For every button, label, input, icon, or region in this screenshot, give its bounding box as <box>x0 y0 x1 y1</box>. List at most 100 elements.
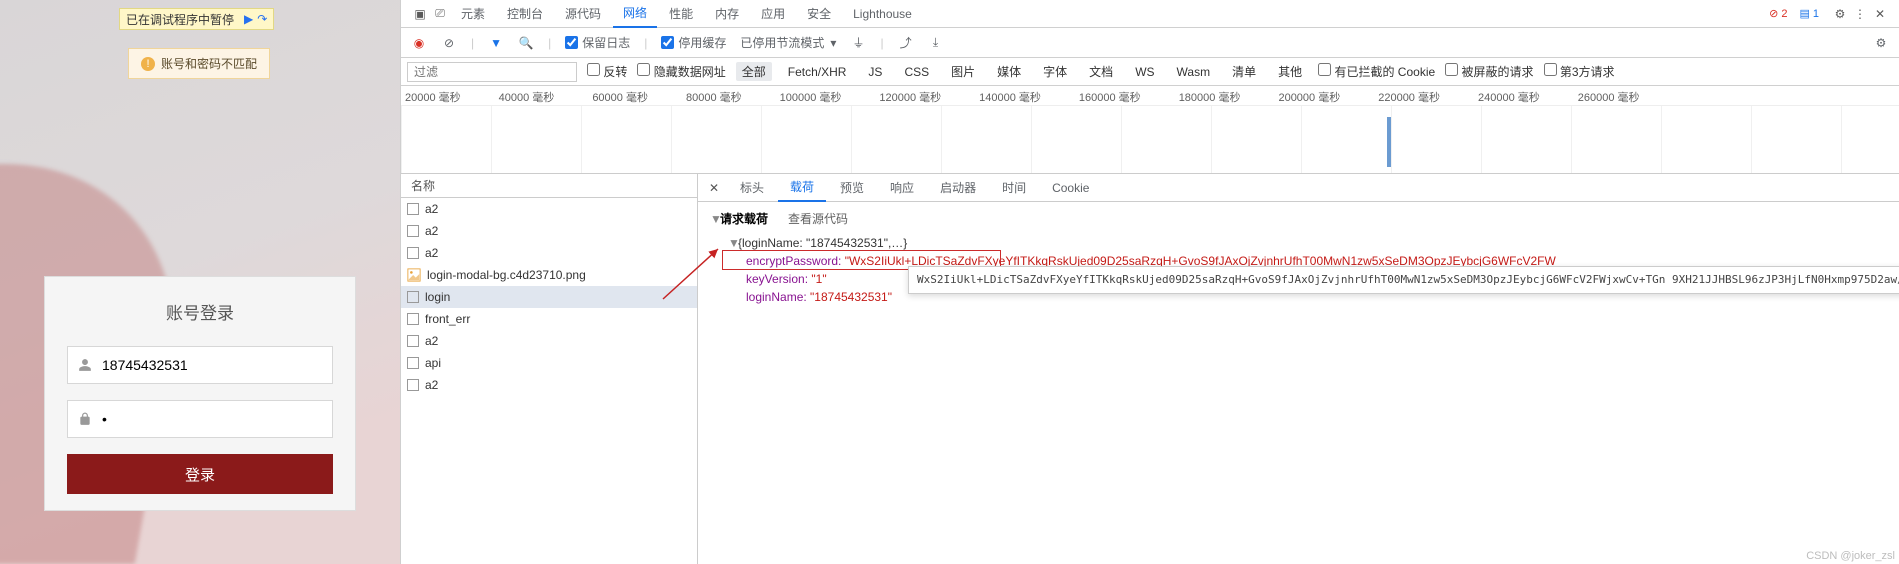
login-modal: 账号登录 登录 <box>44 276 356 511</box>
blocked-cookie-checkbox[interactable]: 有已拦截的 Cookie <box>1318 63 1435 80</box>
tab-cookies[interactable]: Cookie <box>1040 174 1101 202</box>
clear-icon[interactable]: ⊘ <box>441 36 457 50</box>
payload-summary: {loginName: "18745432531",…} <box>738 236 907 250</box>
chip-wasm[interactable]: Wasm <box>1171 64 1217 80</box>
preserve-log-checkbox[interactable]: 保留日志 <box>565 34 630 51</box>
chip-doc[interactable]: 文档 <box>1083 62 1119 81</box>
document-file-icon <box>407 335 419 347</box>
payload-title: 请求载荷 <box>720 212 768 226</box>
triangle-down-icon[interactable]: ▼ <box>710 210 720 228</box>
username-field[interactable] <box>67 346 333 384</box>
tab-initiator[interactable]: 启动器 <box>928 174 988 202</box>
invert-checkbox[interactable]: 反转 <box>587 63 627 80</box>
request-row[interactable]: a2 <box>401 374 697 396</box>
request-row[interactable]: a2 <box>401 220 697 242</box>
upload-har-icon[interactable]: ⤴ <box>898 34 914 51</box>
more-icon[interactable]: ⋮ <box>1851 7 1869 21</box>
search-icon[interactable]: 🔍 <box>518 36 534 50</box>
document-file-icon <box>407 291 419 303</box>
request-name: api <box>425 356 441 370</box>
request-name: front_err <box>425 312 470 326</box>
blocked-req-checkbox[interactable]: 被屏蔽的请求 <box>1445 63 1533 80</box>
chip-manifest[interactable]: 清单 <box>1226 62 1262 81</box>
request-name: login <box>425 290 450 304</box>
tab-console[interactable]: 控制台 <box>497 0 553 28</box>
username-input[interactable] <box>102 357 322 373</box>
close-detail-icon[interactable]: ✕ <box>702 181 726 195</box>
record-icon[interactable]: ◉ <box>411 36 427 50</box>
tab-preview[interactable]: 预览 <box>828 174 876 202</box>
chip-all[interactable]: 全部 <box>736 62 772 81</box>
debugger-pause-bar: 已在调试程序中暂停 ▶ ↷ <box>119 8 274 30</box>
chip-media[interactable]: 媒体 <box>991 62 1027 81</box>
image-file-icon <box>407 268 421 282</box>
request-row[interactable]: login <box>401 286 697 308</box>
timeline-marker <box>1387 117 1391 167</box>
network-settings-icon[interactable]: ⚙ <box>1873 36 1889 50</box>
document-file-icon <box>407 247 419 259</box>
login-button[interactable]: 登录 <box>67 454 333 494</box>
request-row[interactable]: api <box>401 352 697 374</box>
timeline-overview[interactable] <box>401 106 1899 174</box>
step-over-icon[interactable]: ↷ <box>257 12 267 26</box>
tab-security[interactable]: 安全 <box>797 0 841 28</box>
third-party-checkbox[interactable]: 第3方请求 <box>1544 63 1615 80</box>
tab-sources[interactable]: 源代码 <box>555 0 611 28</box>
request-row[interactable]: a2 <box>401 330 697 352</box>
network-toolbar: ◉ ⊘ | ▼ 🔍 | 保留日志 | 停用缓存 已停用节流模式 ▾ ⏚ | ⤴ … <box>401 28 1899 58</box>
error-text: 账号和密码不匹配 <box>161 55 257 72</box>
payload-body: ▼请求载荷 查看源代码 ▼{loginName: "18745432531",…… <box>698 202 1899 314</box>
password-input[interactable] <box>102 411 322 427</box>
message-badge[interactable]: ▤ 1 <box>1799 7 1819 20</box>
filter-chips: 全部 Fetch/XHR JS CSS 图片 媒体 字体 文档 WS Wasm … <box>736 62 1308 81</box>
chip-other[interactable]: 其他 <box>1272 62 1308 81</box>
throttle-select[interactable]: 已停用节流模式 ▾ <box>740 34 836 51</box>
tab-performance[interactable]: 性能 <box>659 0 703 28</box>
password-field[interactable] <box>67 400 333 438</box>
timeline-ruler: 20000 毫秒 40000 毫秒 60000 毫秒 80000 毫秒 1000… <box>401 86 1899 106</box>
login-title: 账号登录 <box>67 299 333 324</box>
tab-memory[interactable]: 内存 <box>705 0 749 28</box>
request-name: a2 <box>425 246 438 260</box>
chip-fetch[interactable]: Fetch/XHR <box>782 64 853 80</box>
tab-application[interactable]: 应用 <box>751 0 795 28</box>
tab-timing[interactable]: 时间 <box>990 174 1038 202</box>
chip-img[interactable]: 图片 <box>945 62 981 81</box>
chip-font[interactable]: 字体 <box>1037 62 1073 81</box>
request-detail: ✕ 标头 载荷 预览 响应 启动器 时间 Cookie ▼请求载荷 查看源代码 … <box>698 174 1899 564</box>
tab-headers[interactable]: 标头 <box>728 174 776 202</box>
disable-cache-checkbox[interactable]: 停用缓存 <box>661 34 726 51</box>
request-row[interactable]: front_err <box>401 308 697 330</box>
filter-icon[interactable]: ▼ <box>488 36 504 50</box>
request-row[interactable]: a2 <box>401 198 697 220</box>
close-devtools-icon[interactable]: ✕ <box>1871 7 1889 21</box>
user-icon <box>78 358 92 372</box>
filter-input[interactable] <box>407 62 577 82</box>
tab-payload[interactable]: 载荷 <box>778 174 826 202</box>
request-name: a2 <box>425 378 438 392</box>
tab-lighthouse[interactable]: Lighthouse <box>843 0 922 28</box>
value-tooltip: WxS2IiUkl+LDicTSaZdvFXyeYfITKkqRskUjed09… <box>908 266 1899 294</box>
val-keyversion: "1" <box>811 272 826 286</box>
triangle-down-icon[interactable]: ▼ <box>728 234 738 252</box>
error-badge[interactable]: ⊘ 2 <box>1769 7 1787 20</box>
tab-network[interactable]: 网络 <box>613 0 657 28</box>
watermark: CSDN @joker_zsl <box>1806 550 1895 562</box>
hide-data-checkbox[interactable]: 隐藏数据网址 <box>637 63 725 80</box>
download-har-icon[interactable]: ⤓ <box>928 35 944 50</box>
view-source-link[interactable]: 查看源代码 <box>788 210 848 228</box>
chip-js[interactable]: JS <box>862 64 888 80</box>
app-preview-pane: 已在调试程序中暂停 ▶ ↷ ! 账号和密码不匹配 账号登录 登录 <box>0 0 400 564</box>
tab-response[interactable]: 响应 <box>878 174 926 202</box>
request-row[interactable]: login-modal-bg.c4d23710.png <box>401 264 697 286</box>
tab-elements[interactable]: 元素 <box>451 0 495 28</box>
resume-icon[interactable]: ▶ <box>244 12 253 26</box>
chip-css[interactable]: CSS <box>898 64 935 80</box>
chip-ws[interactable]: WS <box>1129 64 1160 80</box>
wifi-icon[interactable]: ⏚ <box>850 34 866 51</box>
inspect-icon[interactable]: ▣ <box>411 7 429 21</box>
request-row[interactable]: a2 <box>401 242 697 264</box>
settings-icon[interactable]: ⚙ <box>1831 7 1849 21</box>
lock-icon <box>78 412 92 426</box>
device-toggle-icon[interactable]: ⎚ <box>431 6 449 21</box>
